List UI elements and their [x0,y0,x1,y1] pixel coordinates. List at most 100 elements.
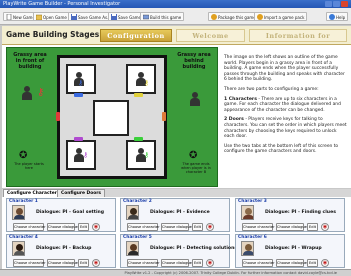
character-avatar [12,241,25,256]
characters-label: 1 Characters [224,96,257,102]
character-avatar [241,241,254,256]
blue-key-icon: ⚷ [78,79,84,87]
choose-character-button[interactable]: Choose character [13,223,46,231]
instructions-text: The image on the left shows an outline o… [224,55,348,159]
edit-button[interactable]: Edit [192,259,203,267]
status-bar: PlayWrite v1.2 - Copyright (c) 2006-2007… [0,269,351,276]
toolbar: New Game Open Game Save Game As... Save … [0,8,351,25]
save-game-label: Save Game [118,15,141,20]
minimize-button[interactable] [325,1,332,7]
character-title: Character 3 [238,199,267,204]
edit-button[interactable]: Edit [307,223,318,231]
character-card-2: Character 2 Dialogue: PI - Evidence Choo… [120,198,230,232]
door-top-right [134,93,143,97]
tab-configure-characters[interactable]: Configure Characters [3,189,64,197]
dialogue-label: Dialogue: PI - Evidence [150,210,210,215]
window-title: PlayWrite Game Builder - Personal Invest… [3,1,121,7]
choose-character-button[interactable]: Choose character [242,259,275,267]
config-tabs: Configure Characters Configure Doors [2,189,351,197]
end-star-icon: ✪ [189,150,198,161]
maximize-button[interactable] [333,1,340,7]
choose-character-button[interactable]: Choose character [242,223,275,231]
edit-button[interactable]: Edit [78,259,89,267]
characters-instructions: 1 Characters - There are up to six chara… [224,97,348,114]
stage-configuration-button[interactable]: Configuration [100,29,172,42]
preview-icon[interactable]: ◉ [206,223,214,231]
import-game-pack-button[interactable]: Import a game pack [254,12,308,21]
choose-dialogue-button[interactable]: Choose dialogue [161,223,192,231]
open-game-label: Open Game [43,15,67,20]
character-avatar [126,241,139,256]
character-title: Character 6 [238,235,267,240]
choose-dialogue-button[interactable]: Choose dialogue [47,259,78,267]
help-button[interactable]: Help [326,12,349,21]
preview-icon[interactable]: ◉ [206,259,214,267]
preview-icon[interactable]: ◉ [321,223,329,231]
configuration-panel: Grassy area in front of building Grassy … [2,45,351,188]
character-title: Character 4 [9,235,38,240]
build-icon [142,14,150,20]
choose-character-button[interactable]: Choose character [127,259,160,267]
edit-button[interactable]: Edit [78,223,89,231]
package-game-button[interactable]: Package this game [208,12,259,21]
game-world-map: Grassy area in front of building Grassy … [6,47,218,187]
doors-instructions: 2 Doors - Players receive keys for talki… [224,117,348,139]
choose-dialogue-button[interactable]: Choose dialogue [47,223,78,231]
door-top-left [74,93,83,97]
open-folder-icon [35,14,43,21]
back-grass-label: Grassy area behind building [177,52,211,70]
doors-label: 2 Doors [224,117,244,123]
purple-key-icon: ⚷ [83,151,89,159]
character-6-marker [190,92,200,106]
choose-dialogue-button[interactable]: Choose dialogue [276,259,307,267]
choose-dialogue-button[interactable]: Choose dialogue [276,223,307,231]
door-entrance [56,112,60,121]
tab-configure-doors[interactable]: Configure Doors [57,189,106,197]
dialogue-label: Dialogue: PI - Wrapup [265,246,322,251]
end-note: The game ends when player is in characte… [181,162,211,174]
red-key-icon: ⚷ [37,87,45,98]
character-1-marker [22,86,32,100]
door-bottom-left [74,137,83,141]
save-game-button[interactable]: Save Game [108,12,144,21]
dialogue-label: Dialogue: PI - Goal setting [36,210,105,215]
parts-heading: There are two parts to configuring a gam… [224,86,319,92]
edit-button[interactable]: Edit [192,223,203,231]
character-card-4: Character 4 Dialogue: PI - Backup Choose… [6,234,116,268]
yellow-key-icon: ⚷ [144,79,150,87]
new-document-icon [6,13,12,21]
choose-character-button[interactable]: Choose character [127,223,160,231]
start-note: The player starts here [14,162,44,170]
character-card-1: Character 1 Dialogue: PI - Goal setting … [6,198,116,232]
help-icon [329,14,335,20]
stage-therapist-info-button[interactable]: Information for therapists [249,29,347,53]
character-avatar [241,205,254,220]
stage-welcome-screen-button[interactable]: Welcome Screen [176,29,245,53]
build-game-button[interactable]: Build this game [140,12,185,21]
preview-icon[interactable]: ◉ [92,223,100,231]
save-icon [111,14,117,20]
character-avatar [12,205,25,220]
stage-bar: Game Building Stages: Configuration Welc… [2,26,351,53]
edit-button[interactable]: Edit [307,259,318,267]
character-title: Character 1 [9,199,38,204]
room-center [93,100,129,136]
characters-panel: Character 1 Dialogue: PI - Goal setting … [2,197,351,269]
character-card-3: Character 3 Dialogue: PI - Finding clues… [235,198,345,232]
intro-paragraph: The image on the left shows an outline o… [224,55,345,83]
preview-icon[interactable]: ◉ [92,259,100,267]
choose-character-button[interactable]: Choose character [13,259,46,267]
preview-icon[interactable]: ◉ [321,259,329,267]
choose-dialogue-button[interactable]: Choose dialogue [161,259,192,267]
green-key-icon: ⚷ [144,151,150,159]
package-icon [211,14,217,20]
front-grass-label: Grassy area in front of building [13,52,47,70]
open-game-button[interactable]: Open Game [33,12,70,21]
build-game-label: Build this game [150,15,182,20]
package-game-label: Package this game [218,15,256,20]
import-icon [257,14,263,20]
help-label: Help [336,15,346,20]
save-game-as-label: Save Game As... [78,15,111,20]
character-avatar [126,205,139,220]
close-button[interactable] [341,1,348,7]
